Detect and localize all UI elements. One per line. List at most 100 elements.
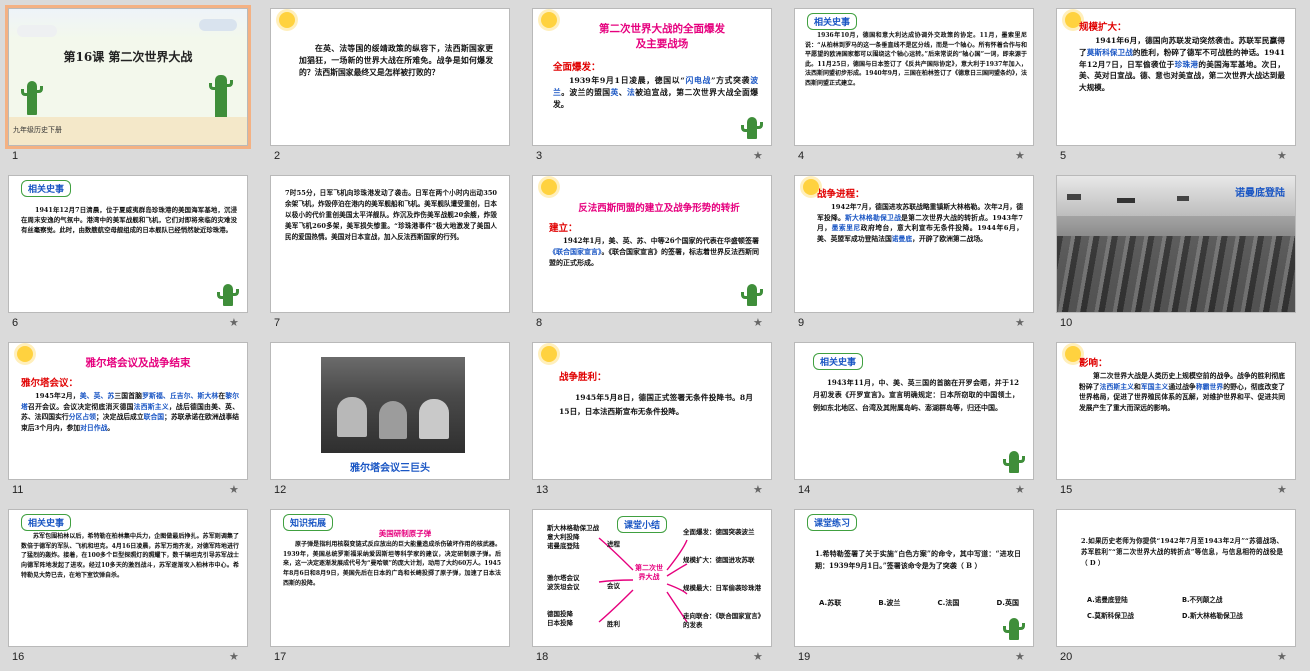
slide-title: 雅尔塔会议及战争结束 <box>85 357 191 369</box>
animation-star-icon[interactable]: ★ <box>229 650 239 663</box>
animation-star-icon[interactable]: ★ <box>1277 650 1287 663</box>
slide-17[interactable]: 知识拓展 美国研制原子弹 原子弹是指利用核裂变链式反应放出的巨大能量造成杀伤破坏… <box>270 509 510 647</box>
slide-number: 8 <box>536 317 543 329</box>
slide-number: 12 <box>274 484 287 496</box>
slide-10[interactable]: 诺曼底登陆 <box>1056 175 1296 313</box>
slide-thumb-17[interactable]: 知识拓展 美国研制原子弹 原子弹是指利用核裂变链式反应放出的巨大能量造成杀伤破坏… <box>262 501 524 668</box>
mindmap-label: 会议 <box>607 582 620 590</box>
slide-number: 13 <box>536 484 549 496</box>
animation-star-icon[interactable]: ★ <box>753 316 763 329</box>
slide-9[interactable]: 战争进程： 1942年7月，德国进攻苏联战略重镇斯大林格勒。次年2月，德军投降。… <box>794 175 1034 313</box>
mindmap-conferences: 雅尔塔会议 波茨坦会议 <box>547 574 580 591</box>
yalta-big-three-photo <box>321 357 465 453</box>
section-tag: 相关史事 <box>807 13 858 30</box>
slide-2[interactable]: 在英、法等国的绥靖政策的纵容下，法西斯国家更加猖狂，一场新的世界大战在所难免。战… <box>270 8 510 146</box>
section-label: 雅尔塔会议： <box>21 378 79 389</box>
slide-thumb-3[interactable]: 第二次世界大战的全面爆发 及主要战场 全面爆发： 1939年9月1日凌晨，德国以“… <box>524 0 786 167</box>
mindmap-branch: 走向联合：《联合国家宣言》的发表 <box>683 612 761 629</box>
footer-label: 九年级历史下册 <box>13 126 62 134</box>
slide-thumb-5[interactable]: 规模扩大： 1941年6月，德国向苏联发动突然袭击。苏联军民赢得了莫斯科保卫战的… <box>1048 0 1310 167</box>
slide-thumb-13[interactable]: 战争胜利： 1945年5月8日，德国正式签署无条件投降书。8月15日，日本法西斯… <box>524 334 786 501</box>
slide-18[interactable]: 课堂小结 第二次世界大战 斯大林格勒保卫战 意大利投降 诺曼底登陆 进程 雅尔塔会议… <box>532 509 772 647</box>
slide-20[interactable]: 2.如果历史老师为你提供“1942年7月至1943年2月”“苏德战场、苏军胜利”… <box>1056 509 1296 647</box>
slide-thumb-2[interactable]: 在英、法等国的绥靖政策的纵容下，法西斯国家更加猖狂，一场新的世界大战在所难免。战… <box>262 0 524 167</box>
slide-8[interactable]: 反法西斯同盟的建立及战争形势的转折 建立： 1942年1月，美、英、苏、中等26… <box>532 175 772 313</box>
slide-thumb-12[interactable]: 雅尔塔会议三巨头 12 <box>262 334 524 501</box>
slide-number: 10 <box>1060 317 1073 329</box>
slide-title: 第二次世界大战的全面爆发 及主要战场 <box>599 23 725 50</box>
slide-7[interactable]: 7时55分，日军飞机向珍珠港发动了袭击。日军在两个小时内出动350余架飞机，炸毁… <box>270 175 510 313</box>
slide-3[interactable]: 第二次世界大战的全面爆发 及主要战场 全面爆发： 1939年9月1日凌晨，德国以“… <box>532 8 772 146</box>
section-label: 战争胜利： <box>559 372 607 383</box>
slide-16[interactable]: 相关史事 苏军包围柏林以后，希特勒在柏林集中兵力，企图做最后挣扎。苏军则调集了数… <box>8 509 248 647</box>
slide-13[interactable]: 战争胜利： 1945年5月8日，德国正式签署无条件投降书。8月15日，日本法西斯… <box>532 342 772 480</box>
cactus-icon <box>1003 618 1025 640</box>
animation-star-icon[interactable]: ★ <box>229 483 239 496</box>
slide-body: 7时55分，日军飞机向珍珠港发动了袭击。日军在两个小时内出动350余架飞机，炸毁… <box>285 189 497 241</box>
slide-thumb-4[interactable]: 相关史事 1936年10月，德国和意大利达成协调外交政策的协定。11月，墨索里尼… <box>786 0 1048 167</box>
slide-thumb-16[interactable]: 相关史事 苏军包围柏林以后，希特勒在柏林集中兵力，企图做最后挣扎。苏军则调集了数… <box>0 501 262 668</box>
slide-thumb-14[interactable]: 相关史事 1943年11月，中、美、英三国的首脑在开罗会晤，并于12月初发表《开… <box>786 334 1048 501</box>
slide-body: 1942年7月，德国进攻苏联战略重镇斯大林格勒。次年2月，德军投降。斯大林格勒保… <box>817 203 1024 243</box>
slide-12[interactable]: 雅尔塔会议三巨头 <box>270 342 510 480</box>
animation-star-icon[interactable]: ★ <box>753 483 763 496</box>
animation-star-icon[interactable]: ★ <box>1015 316 1025 329</box>
lesson-title: 第16课 第二次世界大战 <box>63 50 193 64</box>
animation-star-icon[interactable]: ★ <box>1277 483 1287 496</box>
cactus-icon <box>741 284 763 306</box>
slide-thumb-20[interactable]: 2.如果历史老师为你提供“1942年7月至1943年2月”“苏德战场、苏军胜利”… <box>1048 501 1310 668</box>
animation-star-icon[interactable]: ★ <box>1015 483 1025 496</box>
animation-star-icon[interactable]: ★ <box>1015 149 1025 162</box>
slide-4[interactable]: 相关史事 1936年10月，德国和意大利达成协调外交政策的协定。11月，墨索里尼… <box>794 8 1034 146</box>
slide-6[interactable]: 相关史事 1941年12月7日清晨，位于夏威夷群岛珍珠港的美国海军基地，沉浸在周… <box>8 175 248 313</box>
slide-14[interactable]: 相关史事 1943年11月，中、美、英三国的首脑在开罗会晤，并于12月初发表《开… <box>794 342 1034 480</box>
slide-body: 原子弹是指利用核裂变链式反应放出的巨大能量造成杀伤破坏作用的核武器。1939年，… <box>283 541 501 587</box>
mindmap-branch: 规模扩大：德国进攻苏联 <box>683 556 755 564</box>
slide-number: 7 <box>274 317 281 329</box>
slide-number: 16 <box>12 651 25 663</box>
slide-thumb-18[interactable]: 课堂小结 第二次世界大战 斯大林格勒保卫战 意大利投降 诺曼底登陆 进程 雅尔塔会议… <box>524 501 786 668</box>
section-label: 影响： <box>1079 358 1108 369</box>
section-tag: 课堂练习 <box>807 514 858 531</box>
slide-1[interactable]: 第16课 第二次世界大战 九年级历史下册 <box>5 5 251 149</box>
slide-number: 20 <box>1060 651 1073 663</box>
slide-thumb-1[interactable]: 第16课 第二次世界大战 九年级历史下册 1 <box>0 0 262 167</box>
answer-options: A.苏联 B.波兰 C.法国 D.英国 <box>819 599 1019 607</box>
animation-star-icon[interactable]: ★ <box>1015 650 1025 663</box>
animation-star-icon[interactable]: ★ <box>1277 149 1287 162</box>
question-text: 1.希特勒签署了关于实施“白色方案”的命令，其中写道：“进攻日期：1939年9月… <box>815 549 1021 570</box>
slide-thumb-9[interactable]: 战争进程： 1942年7月，德国进攻苏联战略重镇斯大林格勒。次年2月，德军投降。… <box>786 167 1048 334</box>
mindmap-label: 胜利 <box>607 620 620 628</box>
animation-star-icon[interactable]: ★ <box>753 650 763 663</box>
slide-thumb-8[interactable]: 反法西斯同盟的建立及战争形势的转折 建立： 1942年1月，美、英、苏、中等26… <box>524 167 786 334</box>
slide-title: 反法西斯同盟的建立及战争形势的转折 <box>578 203 740 214</box>
sun-icon <box>541 179 557 195</box>
slide-number: 15 <box>1060 484 1073 496</box>
slide-thumb-11[interactable]: 雅尔塔会议及战争结束 雅尔塔会议： 1945年2月，美、英、苏三国首脑罗斯福、丘… <box>0 334 262 501</box>
slide-body: 1945年2月，美、英、苏三国首脑罗斯福、丘吉尔、斯大林在黎尔塔召开会议。会议决… <box>21 392 240 432</box>
slide-number: 11 <box>12 484 24 496</box>
slide-body: 1943年11月，中、美、英三国的首脑在开罗会晤，并于12月初发表《开罗宣言》。… <box>813 378 1019 412</box>
slide-5[interactable]: 规模扩大： 1941年6月，德国向苏联发动突然袭击。苏联军民赢得了莫斯科保卫战的… <box>1056 8 1296 146</box>
slide-thumb-10[interactable]: 诺曼底登陆 10 <box>1048 167 1310 334</box>
mindmap-branch: 规模最大：日军偷袭珍珠港 <box>683 584 761 592</box>
slide-15[interactable]: 影响： 第二次世界大战是人类历史上规模空前的战争。战争的胜利彻底粉碎了法西斯主义… <box>1056 342 1296 480</box>
animation-star-icon[interactable]: ★ <box>229 316 239 329</box>
slide-thumb-19[interactable]: 课堂练习 1.希特勒签署了关于实施“白色方案”的命令，其中写道：“进攻日期：19… <box>786 501 1048 668</box>
slide-11[interactable]: 雅尔塔会议及战争结束 雅尔塔会议： 1945年2月，美、英、苏三国首脑罗斯福、丘… <box>8 342 248 480</box>
section-tag: 相关史事 <box>813 353 864 370</box>
cactus-icon <box>217 284 239 306</box>
animation-star-icon[interactable]: ★ <box>753 149 763 162</box>
slide-thumb-6[interactable]: 相关史事 1941年12月7日清晨，位于夏威夷群岛珍珠港的美国海军基地，沉浸在周… <box>0 167 262 334</box>
slide-body: 苏军包围柏林以后，希特勒在柏林集中兵力，企图做最后挣扎。苏军则调集了数倍于德军的… <box>21 533 239 579</box>
slide-number: 9 <box>798 317 805 329</box>
photo-caption: 雅尔塔会议三巨头 <box>350 463 430 474</box>
slide-thumb-15[interactable]: 影响： 第二次世界大战是人类历史上规模空前的战争。战争的胜利彻底粉碎了法西斯主义… <box>1048 334 1310 501</box>
mindmap-progress: 斯大林格勒保卫战 意大利投降 诺曼底登陆 <box>547 524 599 550</box>
slide-body: 第二次世界大战是人类历史上规模空前的战争。战争的胜利彻底粉碎了法西斯主义和军国主… <box>1079 372 1286 412</box>
slide-number: 4 <box>798 150 805 162</box>
mindmap-label: 进程 <box>607 540 620 548</box>
slide-thumb-7[interactable]: 7时55分，日军飞机向珍珠港发动了袭击。日军在两个小时内出动350余架飞机，炸毁… <box>262 167 524 334</box>
slide-number: 1 <box>12 150 19 162</box>
slide-19[interactable]: 课堂练习 1.希特勒签署了关于实施“白色方案”的命令，其中写道：“进攻日期：19… <box>794 509 1034 647</box>
